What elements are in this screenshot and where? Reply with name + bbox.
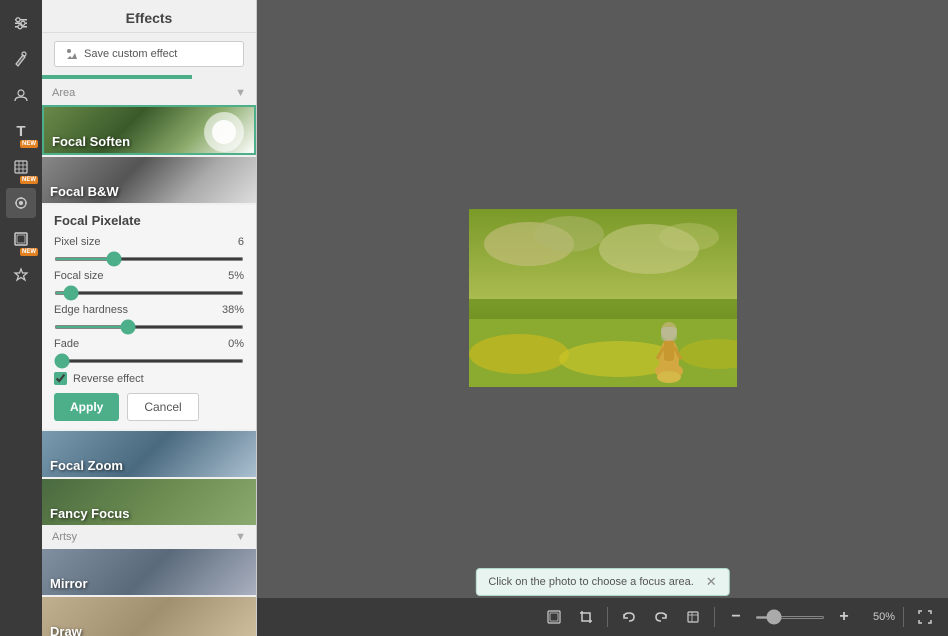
section-artsy: Artsy ▼ [42, 527, 256, 547]
toolbar-overlays-icon[interactable]: NEW [6, 152, 36, 182]
fullscreen-icon[interactable] [912, 604, 938, 630]
canvas-area[interactable] [257, 0, 948, 598]
focal-size-slider[interactable] [54, 291, 244, 295]
focal-bw-label: Focal B&W [42, 180, 127, 203]
toolbar-stickers-icon[interactable] [6, 260, 36, 290]
photo-canvas[interactable] [469, 209, 737, 387]
bottom-toolbar: − + 50% [257, 598, 948, 636]
zoom-value: 50% [863, 611, 895, 623]
edge-hardness-value: 38% [222, 304, 244, 316]
info-close-button[interactable]: ✕ [706, 574, 717, 590]
focal-pixelate-section: Focal Pixelate Pixel size 6 Focal size 5… [42, 205, 256, 429]
pixel-size-value: 6 [238, 236, 244, 248]
toolbar-portrait-icon[interactable] [6, 80, 36, 110]
crop-icon[interactable] [573, 604, 599, 630]
reverse-effect-label[interactable]: Reverse effect [73, 373, 144, 385]
focal-size-label: Focal size [54, 270, 104, 282]
fade-slider[interactable] [54, 359, 244, 363]
pixel-size-slider[interactable] [54, 257, 244, 261]
left-toolbar: T NEW NEW NEW [0, 0, 42, 636]
pixel-size-row: Pixel size 6 [54, 236, 244, 264]
effect-tile-focal-zoom[interactable]: Focal Zoom [42, 431, 256, 477]
toolbar-adjust-icon[interactable] [6, 8, 36, 38]
draw-label: Draw [42, 620, 90, 636]
side-panel: Effects Save custom effect Area ▼ Focal … [42, 0, 257, 636]
fancy-focus-label: Fancy Focus [42, 502, 137, 525]
progress-bar [42, 75, 192, 79]
effect-tile-draw[interactable]: Draw [42, 597, 256, 636]
toolbar-text-icon[interactable]: T NEW [6, 116, 36, 146]
effect-tile-mirror[interactable]: Mirror [42, 549, 256, 595]
reverse-effect-row: Reverse effect [54, 372, 244, 385]
divider-1 [607, 607, 608, 627]
undo-icon[interactable] [616, 604, 642, 630]
reverse-effect-checkbox[interactable] [54, 372, 67, 385]
main-area: Click on the photo to choose a focus are… [257, 0, 948, 636]
edge-hardness-slider[interactable] [54, 325, 244, 329]
history-icon[interactable] [680, 604, 706, 630]
cancel-button[interactable]: Cancel [127, 393, 198, 421]
apply-button[interactable]: Apply [54, 393, 119, 421]
info-bar: Click on the photo to choose a focus are… [475, 568, 729, 596]
new-badge-2: NEW [20, 176, 38, 184]
save-custom-button[interactable]: Save custom effect [54, 41, 244, 67]
new-badge-3: NEW [20, 248, 38, 256]
layers-icon[interactable] [541, 604, 567, 630]
zoom-in-icon[interactable]: + [831, 604, 857, 630]
focal-soften-label: Focal Soften [44, 130, 138, 153]
save-custom-label: Save custom effect [84, 48, 177, 60]
panel-title: Effects [42, 0, 256, 33]
edge-hardness-row: Edge hardness 38% [54, 304, 244, 332]
fade-label: Fade [54, 338, 79, 350]
focal-size-row: Focal size 5% [54, 270, 244, 298]
mirror-label: Mirror [42, 572, 96, 595]
action-buttons: Apply Cancel [54, 393, 244, 421]
focal-zoom-label: Focal Zoom [42, 454, 131, 477]
focal-size-value: 5% [228, 270, 244, 282]
effect-tile-focal-bw[interactable]: Focal B&W [42, 157, 256, 203]
zoom-slider[interactable] [755, 616, 825, 619]
toolbar-frames-icon[interactable]: NEW [6, 224, 36, 254]
section-area: Area ▼ [42, 83, 256, 103]
toolbar-effects-icon[interactable] [6, 188, 36, 218]
photo-container [469, 209, 737, 390]
divider-3 [903, 607, 904, 627]
focal-pixelate-title: Focal Pixelate [54, 213, 244, 228]
info-text: Click on the photo to choose a focus are… [488, 576, 693, 588]
zoom-out-icon[interactable]: − [723, 604, 749, 630]
pixel-size-label: Pixel size [54, 236, 100, 248]
redo-icon[interactable] [648, 604, 674, 630]
edge-hardness-label: Edge hardness [54, 304, 128, 316]
new-badge: NEW [20, 140, 38, 148]
divider-2 [714, 607, 715, 627]
fade-row: Fade 0% [54, 338, 244, 366]
toolbar-retouch-icon[interactable] [6, 44, 36, 74]
zoom-slider-wrap [755, 616, 825, 619]
effect-tile-focal-soften[interactable]: Focal Soften [42, 105, 256, 155]
fade-value: 0% [228, 338, 244, 350]
effect-tile-fancy-focus[interactable]: Fancy Focus [42, 479, 256, 525]
panel-scroll[interactable]: Area ▼ Focal Soften Focal B&W Focal Pixe… [42, 75, 256, 636]
